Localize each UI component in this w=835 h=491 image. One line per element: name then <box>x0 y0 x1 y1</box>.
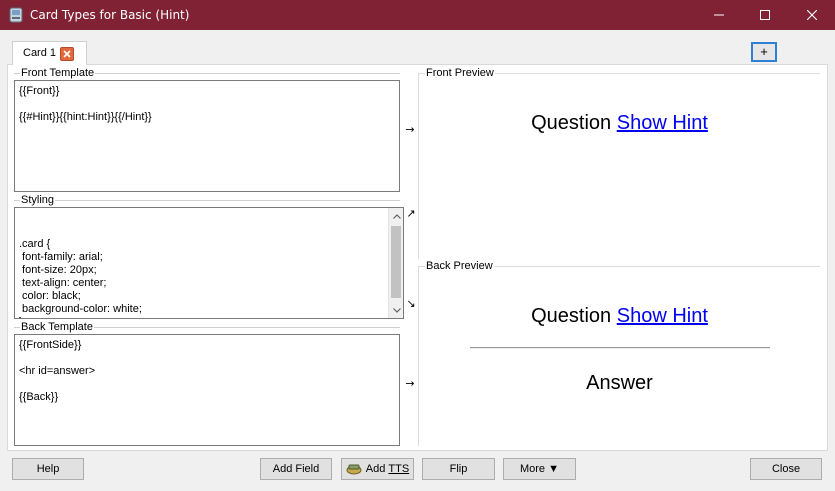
styling-down-arrow-icon: ↘ <box>406 297 416 310</box>
answer-divider <box>470 347 770 349</box>
front-template-label: Front Template <box>20 67 96 79</box>
flip-button[interactable]: Flip <box>422 458 495 480</box>
front-show-hint-link[interactable]: Show Hint <box>617 112 708 134</box>
window-title: Card Types for Basic (Hint) <box>30 8 190 22</box>
styling-up-arrow-icon: ↗ <box>406 207 416 220</box>
group-divider <box>14 200 400 201</box>
styling-scrollbar[interactable] <box>388 208 403 318</box>
front-arrow-icon: → <box>405 123 415 136</box>
maximize-icon <box>760 10 770 20</box>
back-template-editor[interactable]: {{FrontSide}} <hr id=answer> {{Back}} <box>14 334 400 446</box>
tab-label: Card 1 <box>23 47 57 59</box>
close-icon <box>807 10 817 20</box>
maximize-button[interactable] <box>742 0 788 30</box>
add-tts-prefix: Add <box>365 463 389 475</box>
app-icon <box>9 7 23 23</box>
help-button[interactable]: Help <box>12 458 84 480</box>
front-preview-question: Question <box>531 112 612 134</box>
back-preview-content: Question Show Hint <box>419 305 820 328</box>
back-template-label: Back Template <box>20 321 94 333</box>
front-preview-pane: Question Show Hint <box>418 73 820 259</box>
add-field-button[interactable]: Add Field <box>260 458 332 480</box>
styling-code: .card { font-family: arial; font-size: 2… <box>19 238 142 318</box>
speaker-icon <box>346 463 362 475</box>
back-preview-question: Question <box>531 305 612 327</box>
front-template-editor[interactable]: {{Front}} {{#Hint}}{{hint:Hint}}{{/Hint}… <box>14 80 400 192</box>
title-bar: Card Types for Basic (Hint) <box>0 0 835 30</box>
close-window-button[interactable] <box>789 0 835 30</box>
tab-close-button[interactable] <box>60 47 74 61</box>
close-icon <box>63 50 71 58</box>
styling-editor[interactable]: .card { font-family: arial; font-size: 2… <box>14 207 404 319</box>
more-button[interactable]: More ▼ <box>503 458 576 480</box>
back-arrow-icon: → <box>405 377 415 390</box>
scroll-down-button[interactable] <box>389 302 403 318</box>
close-button[interactable]: Close <box>750 458 822 480</box>
back-preview-pane: Question Show Hint Answer <box>418 266 820 446</box>
chevron-down-icon <box>392 307 401 313</box>
styling-label: Styling <box>20 194 56 206</box>
minimize-button[interactable] <box>696 0 742 30</box>
scrollbar-thumb[interactable] <box>391 226 401 298</box>
add-tts-suffix: TTS <box>388 463 410 475</box>
back-show-hint-link[interactable]: Show Hint <box>617 305 708 327</box>
front-preview-label: Front Preview <box>425 67 495 79</box>
chevron-up-icon <box>392 213 401 219</box>
add-tts-button[interactable]: Add TTS <box>341 458 414 480</box>
back-preview-answer: Answer <box>586 372 653 394</box>
tab-card-1[interactable]: Card 1 <box>12 41 87 65</box>
front-preview-content: Question Show Hint <box>419 112 820 135</box>
back-preview-label: Back Preview <box>425 260 494 272</box>
add-card-type-button[interactable]: + <box>751 42 777 62</box>
minimize-icon <box>714 14 724 16</box>
scroll-up-button[interactable] <box>389 208 403 224</box>
